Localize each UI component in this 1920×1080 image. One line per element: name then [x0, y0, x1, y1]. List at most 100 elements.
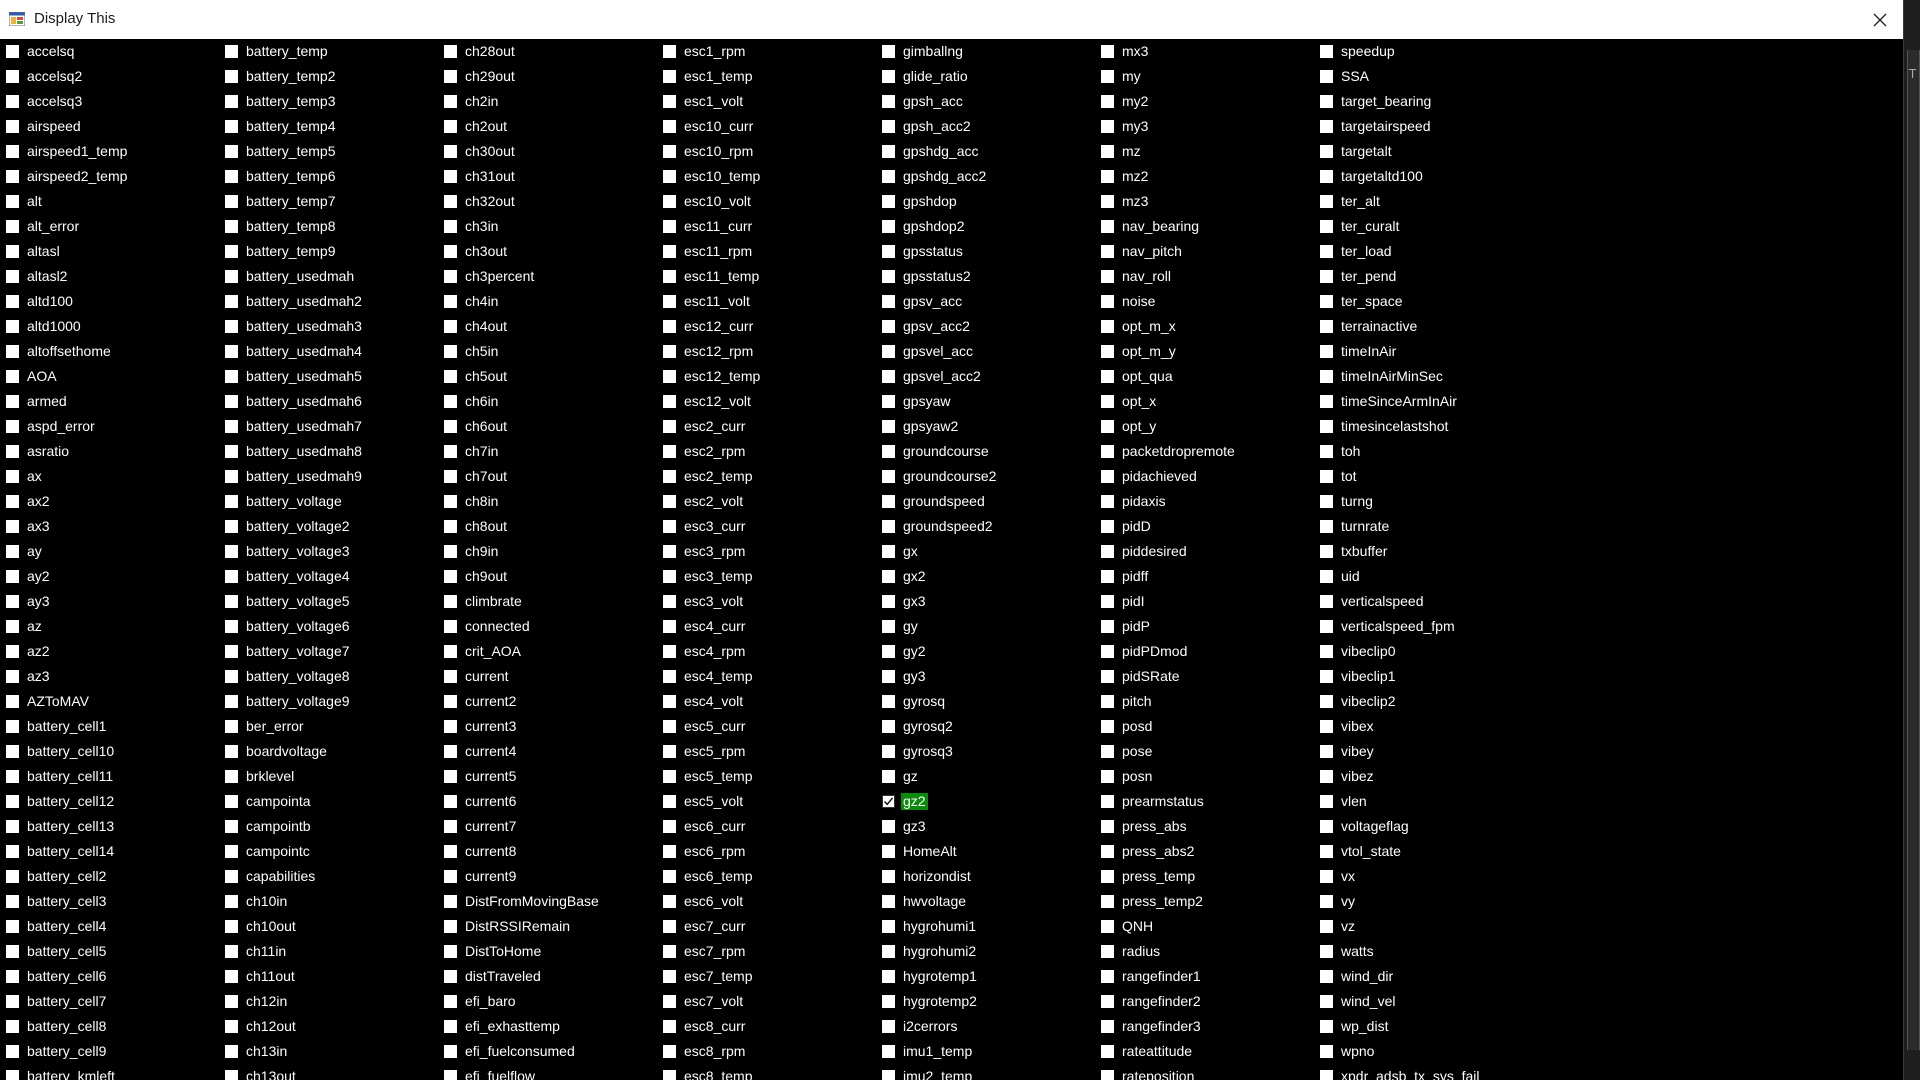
checkbox-item[interactable]: vibez — [1314, 764, 1533, 789]
checkbox-item[interactable]: esc6_temp — [657, 864, 876, 889]
checkbox-item[interactable]: pidff — [1095, 564, 1314, 589]
checkbox[interactable] — [1320, 670, 1333, 683]
checkbox-item[interactable]: ch3percent — [438, 264, 657, 289]
checkbox[interactable] — [444, 1045, 457, 1058]
checkbox-item[interactable]: capabilities — [219, 864, 438, 889]
checkbox-item[interactable]: rangefinder2 — [1095, 989, 1314, 1014]
checkbox[interactable] — [1320, 295, 1333, 308]
checkbox-item[interactable]: esc10_curr — [657, 114, 876, 139]
checkbox[interactable] — [225, 495, 238, 508]
checkbox[interactable] — [6, 570, 19, 583]
checkbox[interactable] — [1101, 120, 1114, 133]
checkbox[interactable] — [663, 170, 676, 183]
checkbox-item[interactable]: esc10_temp — [657, 164, 876, 189]
checkbox[interactable] — [1320, 595, 1333, 608]
checkbox[interactable] — [6, 720, 19, 733]
checkbox[interactable] — [225, 345, 238, 358]
checkbox[interactable] — [663, 820, 676, 833]
checkbox-item[interactable]: battery_voltage — [219, 489, 438, 514]
checkbox[interactable] — [225, 320, 238, 333]
checkbox[interactable] — [663, 345, 676, 358]
checkbox-item[interactable]: vibeclip2 — [1314, 689, 1533, 714]
checkbox-item[interactable]: speedup — [1314, 39, 1533, 64]
checkbox[interactable] — [882, 45, 895, 58]
checkbox[interactable] — [1101, 445, 1114, 458]
checkbox[interactable] — [6, 445, 19, 458]
checkbox-item[interactable]: battery_cell1 — [0, 714, 219, 739]
checkbox-item[interactable]: esc3_rpm — [657, 539, 876, 564]
checkbox[interactable] — [444, 95, 457, 108]
checkbox-item[interactable]: esc6_rpm — [657, 839, 876, 864]
checkbox-item[interactable]: battery_temp5 — [219, 139, 438, 164]
checkbox-item[interactable]: ter_alt — [1314, 189, 1533, 214]
checkbox[interactable] — [225, 145, 238, 158]
checkbox[interactable] — [444, 495, 457, 508]
checkbox-item[interactable]: battery_voltage8 — [219, 664, 438, 689]
checkbox[interactable] — [444, 1070, 457, 1080]
checkbox-item[interactable]: rateattitude — [1095, 1039, 1314, 1064]
checkbox[interactable] — [6, 845, 19, 858]
checkbox[interactable] — [1320, 145, 1333, 158]
checkbox-item[interactable]: groundcourse — [876, 439, 1095, 464]
checkbox-item[interactable]: ch10in — [219, 889, 438, 914]
checkbox[interactable] — [6, 745, 19, 758]
checkbox[interactable] — [1101, 695, 1114, 708]
checkbox[interactable] — [444, 70, 457, 83]
checkbox-item[interactable]: gpsh_acc2 — [876, 114, 1095, 139]
checkbox-item[interactable]: ch9in — [438, 539, 657, 564]
checkbox[interactable] — [444, 895, 457, 908]
checkbox-item[interactable]: gz — [876, 764, 1095, 789]
checkbox-item[interactable]: gpshdg_acc2 — [876, 164, 1095, 189]
checkbox[interactable] — [663, 1020, 676, 1033]
checkbox-item[interactable]: nav_bearing — [1095, 214, 1314, 239]
checkbox-item[interactable]: my3 — [1095, 114, 1314, 139]
checkbox-item[interactable]: esc7_curr — [657, 914, 876, 939]
checkbox-item[interactable]: imu1_temp — [876, 1039, 1095, 1064]
checkbox-item[interactable]: ter_curalt — [1314, 214, 1533, 239]
checkbox-item[interactable]: esc12_volt — [657, 389, 876, 414]
checkbox[interactable] — [225, 595, 238, 608]
checkbox[interactable] — [1101, 220, 1114, 233]
checkbox-item[interactable]: gpsvel_acc2 — [876, 364, 1095, 389]
checkbox[interactable] — [1320, 1045, 1333, 1058]
checkbox[interactable] — [882, 1070, 895, 1080]
checkbox-item[interactable]: battery_usedmah8 — [219, 439, 438, 464]
checkbox-item[interactable]: press_temp — [1095, 864, 1314, 889]
checkbox[interactable] — [444, 720, 457, 733]
checkbox-item[interactable]: target_bearing — [1314, 89, 1533, 114]
checkbox-item[interactable]: pidSRate — [1095, 664, 1314, 689]
checkbox[interactable] — [1101, 70, 1114, 83]
checkbox[interactable] — [1320, 45, 1333, 58]
checkbox[interactable] — [444, 745, 457, 758]
checkbox[interactable] — [663, 45, 676, 58]
checkbox[interactable] — [663, 395, 676, 408]
checkbox[interactable] — [1101, 1070, 1114, 1080]
checkbox[interactable] — [1320, 370, 1333, 383]
checkbox[interactable] — [1320, 870, 1333, 883]
checkbox[interactable] — [1101, 45, 1114, 58]
checkbox[interactable] — [1320, 470, 1333, 483]
checkbox-item[interactable]: vtol_state — [1314, 839, 1533, 864]
checkbox[interactable] — [1101, 770, 1114, 783]
checkbox-item[interactable]: esc11_volt — [657, 289, 876, 314]
checkbox[interactable] — [1320, 820, 1333, 833]
checkbox-item[interactable]: battery_cell9 — [0, 1039, 219, 1064]
checkbox-item[interactable]: esc5_rpm — [657, 739, 876, 764]
checkbox[interactable] — [225, 1020, 238, 1033]
checkbox-item[interactable]: ch31out — [438, 164, 657, 189]
checkbox-item[interactable]: battery_temp3 — [219, 89, 438, 114]
checkbox-item[interactable]: hygrohumi2 — [876, 939, 1095, 964]
checkbox[interactable] — [1101, 320, 1114, 333]
checkbox[interactable] — [882, 695, 895, 708]
checkbox[interactable] — [225, 370, 238, 383]
checkbox[interactable] — [1320, 695, 1333, 708]
checkbox[interactable] — [444, 770, 457, 783]
checkbox[interactable] — [663, 370, 676, 383]
checkbox[interactable] — [1101, 645, 1114, 658]
checkbox[interactable] — [1101, 670, 1114, 683]
checkbox[interactable] — [6, 545, 19, 558]
checkbox-item[interactable]: alt_error — [0, 214, 219, 239]
checkbox-item[interactable]: esc11_curr — [657, 214, 876, 239]
checkbox[interactable] — [663, 770, 676, 783]
checkbox-item[interactable]: radius — [1095, 939, 1314, 964]
